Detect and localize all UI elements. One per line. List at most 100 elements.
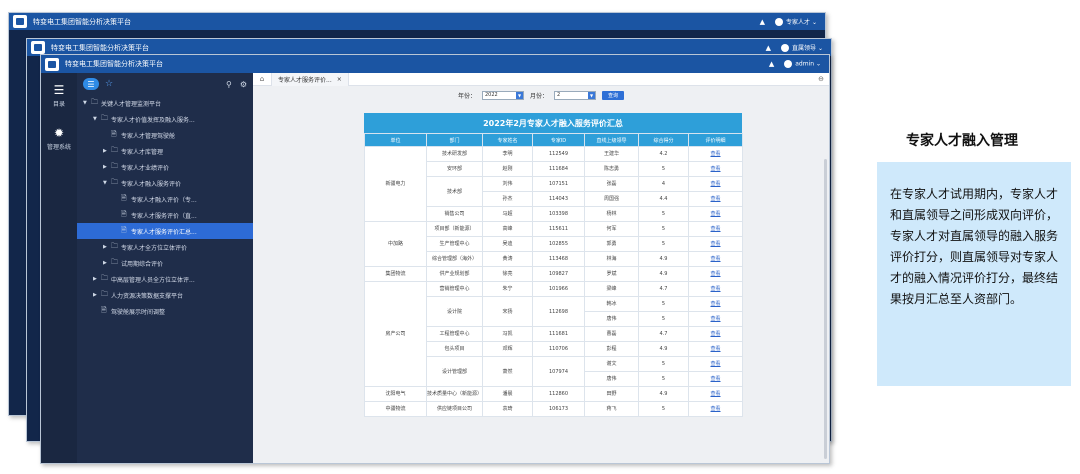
department-cell: 生产管理中心	[426, 236, 483, 252]
menu-toggle-button[interactable]: ☰	[83, 78, 99, 90]
sidebar-item[interactable]: ▶ 🗀 试用期综合评价	[77, 255, 253, 271]
view-detail-link[interactable]: 查看	[688, 296, 743, 312]
close-icon[interactable]: ×	[337, 76, 342, 83]
department-cell: 设计院	[426, 296, 483, 327]
star-icon[interactable]: ☆	[105, 79, 113, 89]
app-title: 特变电工集团智能分析决策平台	[51, 43, 149, 52]
leader-cell: 王建华	[584, 146, 639, 162]
leader-cell: 蒋飞	[584, 401, 639, 417]
sidebar-item[interactable]: 🗎 专家人才服务评价（直...	[77, 207, 253, 223]
expert-name-cell: 冯凯	[482, 326, 533, 342]
view-detail-link[interactable]: 查看	[688, 206, 743, 222]
main-window-admin: 特变电工集团智能分析决策平台 ▲ admin ⌄ ☰ 目录 ✹ 管理系统 ☰ ☆…	[40, 54, 830, 464]
description-panel: 在专家人才试用期内，专家人才和直属领导之间形成双向评价，专家人才对直属领导的融入…	[877, 162, 1071, 386]
leader-cell: 杨林	[584, 206, 639, 222]
sidebar-item[interactable]: 🗎 专家人才管理驾驶舱	[77, 127, 253, 143]
search-icon[interactable]: ⚲	[226, 80, 232, 89]
view-detail-link[interactable]: 查看	[688, 311, 743, 327]
sidebar-item[interactable]: ▶ 🗀 人力资源决策数据支撑平台	[77, 287, 253, 303]
view-detail-link[interactable]: 查看	[688, 341, 743, 357]
bell-icon[interactable]: ▲	[766, 44, 771, 52]
sidebar: ☰ ☆ ⚲ ⚙ ▼ 🗀 关键人才管理监测平台 ▼ 🗀 专家人才价值发挥及融入服务... 🗎 专家…	[77, 73, 253, 463]
score-cell: 5	[638, 221, 689, 237]
department-cell: 销售公司	[426, 206, 483, 222]
view-detail-link[interactable]: 查看	[688, 236, 743, 252]
expert-name-cell: 宋扬	[482, 296, 533, 327]
sidebar-item[interactable]: ▼ 🗀 专家人才价值发挥及融入服务...	[77, 111, 253, 127]
bell-icon[interactable]: ▲	[769, 60, 774, 68]
summary-table-container: 2022年2月专家人才融入服务评价汇总 单位 部门 专家姓名 专家ID 直线上级领导 综合…	[364, 113, 743, 417]
unit-cell: 沈阳电气	[364, 386, 427, 402]
sidebar-item[interactable]: 🗎 专家人才融入评价（专...	[77, 191, 253, 207]
sidebar-item[interactable]: ▼ 🗀 关键人才管理监测平台	[77, 95, 253, 111]
view-detail-link[interactable]: 查看	[688, 356, 743, 372]
rail-item-catalog[interactable]: ☰ 目录	[41, 73, 77, 108]
score-cell: 4	[638, 176, 689, 192]
sidebar-item-label: 专家人才管理驾驶舱	[121, 132, 176, 140]
view-detail-link[interactable]: 查看	[688, 146, 743, 162]
table-title: 2022年2月专家人才融入服务评价汇总	[364, 113, 742, 133]
expert-id-cell: 111684	[532, 161, 585, 177]
user-menu[interactable]: 直属领导 ⌄	[781, 43, 823, 53]
month-select[interactable]: 2 ▼	[554, 90, 597, 100]
column-header: 部门	[426, 133, 483, 147]
leader-cell: 田野	[584, 386, 639, 402]
scrollbar[interactable]	[824, 159, 827, 459]
department-cell: 综合管理部（海外）	[426, 251, 483, 267]
view-detail-link[interactable]: 查看	[688, 386, 743, 402]
user-menu[interactable]: 专家人才 ⌄	[775, 17, 817, 27]
column-header: 单位	[364, 133, 427, 147]
expert-id-cell: 101966	[532, 281, 585, 297]
score-cell: 5	[638, 161, 689, 177]
chevron-icon: ▶	[103, 164, 107, 170]
bell-icon[interactable]: ▲	[760, 18, 765, 26]
title-bar: 特变电工集团智能分析决策平台 ▲ 专家人才 ⌄	[9, 13, 825, 30]
home-icon[interactable]: ⌂	[253, 75, 271, 83]
sidebar-item[interactable]: ▶ 🗀 专家人才业绩评价	[77, 159, 253, 175]
sidebar-item[interactable]: ▶ 🗀 专家人才全方位立体评价	[77, 239, 253, 255]
folder-icon: 🗀	[111, 177, 118, 186]
view-detail-link[interactable]: 查看	[688, 221, 743, 237]
score-cell: 5	[638, 371, 689, 387]
sidebar-item[interactable]: ▶ 🗀 中高层管理人员全方位立体评...	[77, 271, 253, 287]
user-menu[interactable]: admin ⌄	[784, 59, 821, 68]
rail-item-management[interactable]: ✹ 管理系统	[41, 108, 77, 151]
expert-id-cell: 102855	[532, 236, 585, 252]
month-value: 2	[557, 92, 561, 98]
chevron-icon: ▼	[83, 100, 87, 106]
unit-cell: 新疆电力	[364, 146, 427, 222]
score-cell: 5	[638, 206, 689, 222]
more-icon[interactable]: ⊖	[818, 75, 824, 83]
view-detail-link[interactable]: 查看	[688, 401, 743, 417]
view-detail-link[interactable]: 查看	[688, 281, 743, 297]
sidebar-item[interactable]: 🗎 驾驶舱展示时间调整	[77, 303, 253, 319]
view-detail-link[interactable]: 查看	[688, 191, 743, 207]
sidebar-item-label: 专家人才服务评价（直...	[131, 212, 197, 220]
folder-icon: 🗀	[101, 273, 108, 282]
query-button[interactable]: 查询	[602, 90, 625, 100]
expert-name-cell: 马超	[482, 206, 533, 222]
sidebar-item[interactable]: ▼ 🗀 专家人才融入服务评价	[77, 175, 253, 191]
view-detail-link[interactable]: 查看	[688, 251, 743, 267]
left-rail: ☰ 目录 ✹ 管理系统	[41, 73, 77, 463]
sidebar-item[interactable]: 🗎 专家人才服务评价汇总...	[77, 223, 253, 239]
view-detail-link[interactable]: 查看	[688, 326, 743, 342]
sidebar-tree: ▼ 🗀 关键人才管理监测平台 ▼ 🗀 专家人才价值发挥及融入服务... 🗎 专家人才管理驾驶舱…	[77, 95, 253, 319]
view-detail-link[interactable]: 查看	[688, 176, 743, 192]
folder-icon: 🗀	[101, 113, 108, 122]
score-cell: 5	[638, 356, 689, 372]
chevron-icon: ▼	[93, 116, 97, 122]
sidebar-item[interactable]: ▶ 🗀 专家人才库管理	[77, 143, 253, 159]
view-detail-link[interactable]: 查看	[688, 371, 743, 387]
view-detail-link[interactable]: 查看	[688, 266, 743, 282]
tab-expert-summary[interactable]: 专家人才服务评价... ×	[271, 72, 349, 86]
table-header-row: 单位 部门 专家姓名 专家ID 直线上级领导 综合得分 评价明细	[364, 133, 743, 147]
file-icon: 🗎	[111, 129, 117, 138]
table-row: 中疆物流 供应链项目公司 袁琦 106173 蒋飞 5 查看	[364, 401, 743, 417]
year-select[interactable]: 2022 ▼	[482, 90, 524, 100]
leader-cell: 郭勇	[584, 236, 639, 252]
column-header: 直线上级领导	[584, 133, 639, 147]
settings-icon[interactable]: ⚙	[240, 80, 247, 89]
view-detail-link[interactable]: 查看	[688, 161, 743, 177]
expert-name-cell: 袁琦	[482, 401, 533, 417]
